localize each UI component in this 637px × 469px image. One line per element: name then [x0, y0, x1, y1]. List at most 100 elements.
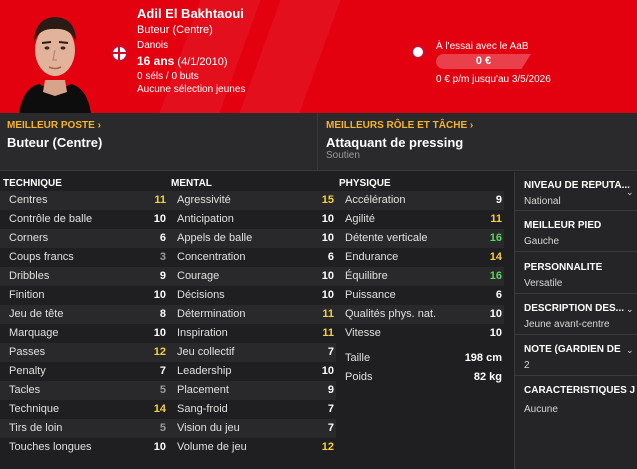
best-role-caption: MEILLEURS RÔLE ET TÂCHE: [326, 120, 468, 131]
attribute-value: 12: [153, 346, 166, 358]
attribute-label: Équilibre: [345, 270, 388, 282]
divider: [515, 251, 637, 252]
chevron-down-icon[interactable]: ⌄: [626, 304, 634, 314]
attribute-row[interactable]: Marquage 10: [0, 324, 168, 343]
weight-value: 82 kg: [473, 371, 502, 383]
attribute-row[interactable]: Leadership 10: [168, 362, 336, 381]
attribute-row[interactable]: Jeu collectif 7: [168, 343, 336, 362]
attribute-row[interactable]: Contrôle de balle 10: [0, 210, 168, 229]
reputation-title: NIVEAU DE RÉPUTA...: [524, 180, 630, 191]
attribute-row[interactable]: Placement 9: [168, 381, 336, 400]
attribute-row[interactable]: Vitesse 10: [336, 324, 504, 343]
attribute-row[interactable]: Touches longues 10: [0, 438, 168, 457]
best-position-link[interactable]: MEILLEUR POSTE ›: [7, 120, 101, 131]
divider: [515, 375, 637, 376]
attribute-row[interactable]: Passes 12: [0, 343, 168, 362]
attribute-label: Centres: [9, 194, 48, 206]
player-photo[interactable]: [9, 0, 101, 113]
attribute-label: Marquage: [9, 327, 59, 339]
mental-column: MENTAL Agressivité 15 Anticipation 10 Appels…: [168, 172, 336, 457]
attribute-row[interactable]: Sang-froid 7: [168, 400, 336, 419]
traits-title: CARACTÉRISTIQUES J: [524, 385, 636, 396]
attribute-value: 10: [321, 365, 334, 377]
attribute-row[interactable]: Qualités phys. nat. 10: [336, 305, 504, 324]
height-value: 198 cm: [464, 352, 502, 364]
club-badge-icon[interactable]: [411, 45, 425, 59]
chevron-right-icon: ›: [469, 120, 474, 131]
attribute-row[interactable]: Jeu de tête 8: [0, 305, 168, 324]
best-role-value: Attaquant de pressing: [326, 135, 464, 150]
description-value: Jeune avant-centre: [524, 319, 610, 330]
attribute-row[interactable]: Inspiration 11: [168, 324, 336, 343]
attribute-label: Finition: [9, 289, 45, 301]
attribute-value: 6: [327, 251, 334, 263]
attribute-row[interactable]: Tirs de loin 5: [0, 419, 168, 438]
technique-column: TECHNIQUE Centres 11 Contrôle de balle 10 Co…: [0, 172, 168, 457]
attribute-value: 7: [327, 422, 334, 434]
attribute-row[interactable]: Équilibre 16: [336, 267, 504, 286]
attribute-row[interactable]: Agilité 11: [336, 210, 504, 229]
attributes-panel: TECHNIQUE Centres 11 Contrôle de balle 10 Co…: [0, 172, 513, 469]
chevron-down-icon[interactable]: ⌄: [626, 187, 634, 197]
attribute-value: 7: [327, 346, 334, 358]
attribute-label: Placement: [177, 384, 229, 396]
attribute-value: 6: [495, 289, 502, 301]
attribute-row[interactable]: Accélération 9: [336, 191, 504, 210]
attribute-label: Courage: [177, 270, 220, 282]
attribute-value: 10: [321, 213, 334, 225]
attribute-row[interactable]: Concentration 6: [168, 248, 336, 267]
attribute-row[interactable]: Détente verticale 16: [336, 229, 504, 248]
attribute-row[interactable]: Puissance 6: [336, 286, 504, 305]
attribute-row[interactable]: Tacles 5: [0, 381, 168, 400]
player-header: Adil El Bakhtaoui Buteur (Centre) Danois…: [0, 0, 637, 113]
player-name: Adil El Bakhtaoui: [137, 6, 244, 21]
weight-label: Poids: [345, 371, 373, 383]
attribute-label: Agilité: [345, 213, 375, 225]
attribute-row[interactable]: Penalty 7: [0, 362, 168, 381]
attribute-label: Jeu collectif: [177, 346, 235, 358]
attribute-label: Inspiration: [177, 327, 228, 339]
attribute-label: Qualités phys. nat.: [345, 308, 437, 320]
chevron-down-icon[interactable]: ⌄: [626, 345, 634, 355]
attribute-label: Appels de balle: [177, 232, 253, 244]
attribute-label: Anticipation: [177, 213, 234, 225]
attribute-label: Tacles: [9, 384, 41, 396]
attribute-label: Passes: [9, 346, 46, 358]
attribute-value: 11: [490, 213, 502, 225]
attribute-row[interactable]: Technique 14: [0, 400, 168, 419]
youth-caps: Aucune sélection jeunes: [137, 84, 246, 95]
player-nationality[interactable]: Danois: [137, 40, 168, 51]
attribute-row[interactable]: Corners 6: [0, 229, 168, 248]
foot-title: MEILLEUR PIED: [524, 220, 602, 231]
attribute-value: 11: [322, 308, 334, 320]
height-row: Taille 198 cm: [336, 349, 504, 368]
attribute-row[interactable]: Coups francs 3: [0, 248, 168, 267]
attribute-label: Vision du jeu: [177, 422, 240, 434]
attribute-label: Tirs de loin: [9, 422, 63, 434]
attribute-row[interactable]: Endurance 14: [336, 248, 504, 267]
attribute-value: 10: [489, 308, 502, 320]
attribute-value: 16: [489, 232, 502, 244]
attribute-row[interactable]: Détermination 11: [168, 305, 336, 324]
attribute-row[interactable]: Décisions 10: [168, 286, 336, 305]
best-position-panel: MEILLEUR POSTE › Buteur (Centre): [0, 113, 318, 171]
chevron-right-icon: ›: [97, 120, 101, 131]
attribute-row[interactable]: Agressivité 15: [168, 191, 336, 210]
gk-note-value: 2: [524, 360, 530, 371]
best-role-link[interactable]: MEILLEURS RÔLE ET TÂCHE ›: [326, 120, 473, 131]
attribute-row[interactable]: Anticipation 10: [168, 210, 336, 229]
attribute-value: 6: [159, 232, 166, 244]
mental-title: MENTAL: [171, 178, 212, 189]
attribute-row[interactable]: Vision du jeu 7: [168, 419, 336, 438]
attribute-row[interactable]: Dribbles 9: [0, 267, 168, 286]
birth-date: (4/1/2010): [177, 56, 228, 68]
international-caps: 0 séls / 0 buts: [137, 71, 199, 82]
attribute-row[interactable]: Appels de balle 10: [168, 229, 336, 248]
attribute-row[interactable]: Centres 11: [0, 191, 168, 210]
attribute-row[interactable]: Volume de jeu 12: [168, 438, 336, 457]
technique-list: Centres 11 Contrôle de balle 10 Corners 6 Coup…: [0, 191, 168, 457]
attribute-row[interactable]: Courage 10: [168, 267, 336, 286]
attribute-label: Sang-froid: [177, 403, 228, 415]
attribute-label: Volume de jeu: [177, 441, 247, 453]
attribute-row[interactable]: Finition 10: [0, 286, 168, 305]
